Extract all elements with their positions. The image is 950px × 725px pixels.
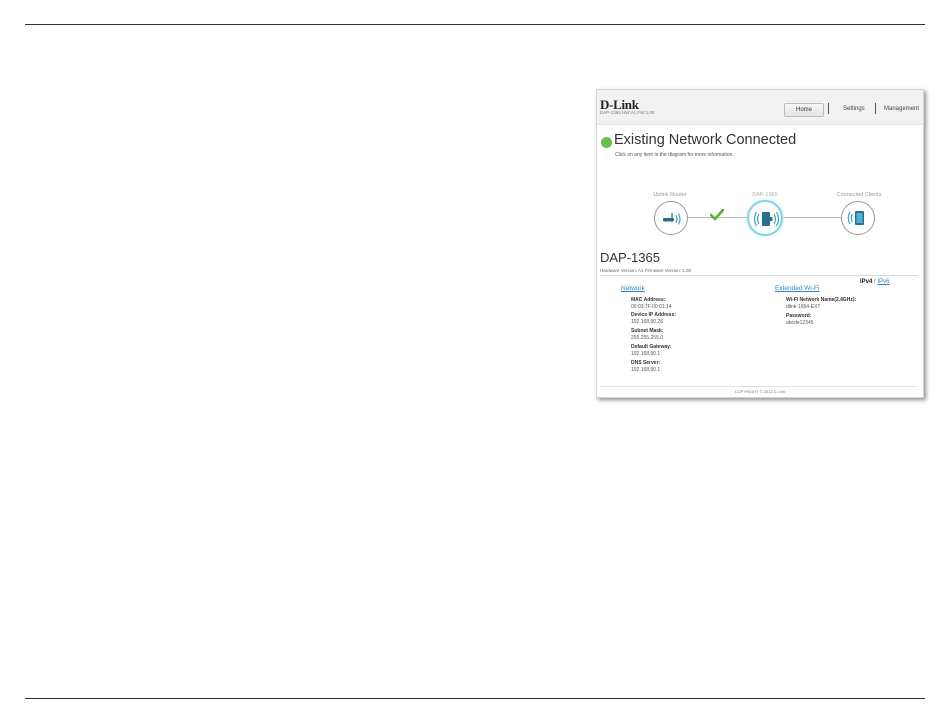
page-bottom-rule bbox=[25, 698, 925, 699]
dns-server-value: 192.168.90.1 bbox=[631, 367, 661, 373]
status-title: Existing Network Connected bbox=[614, 132, 797, 148]
subnet-mask-value: 255.255.255.0 bbox=[631, 335, 663, 341]
device-ip-value: 192.168.90.26 bbox=[631, 319, 663, 325]
extended-wifi-section-link[interactable]: Extended Wi-Fi bbox=[775, 285, 819, 292]
uplink-router-label: Uplink Router bbox=[653, 192, 687, 198]
nav-settings-link[interactable]: Settings bbox=[843, 106, 865, 112]
nav-management-link[interactable]: Management bbox=[884, 106, 919, 112]
ip-version-switch: IPv4 / IPv6 bbox=[860, 279, 889, 285]
client-device-icon bbox=[847, 211, 864, 225]
model-info: DAP-1365 HW:A1 FW:1.00 bbox=[600, 110, 655, 115]
mac-address-value: 00:03:7F:00:01:14 bbox=[631, 304, 672, 310]
extender-label: DAP-1365 bbox=[752, 192, 778, 198]
page-top-rule bbox=[25, 24, 925, 25]
nav-home-button[interactable]: Home bbox=[784, 103, 824, 117]
device-version-info: Hardware Version: A1 Firmware Version: 1… bbox=[600, 268, 692, 273]
connected-status-icon bbox=[601, 137, 612, 148]
connected-clients-label: Connected Clients bbox=[836, 192, 882, 198]
default-gateway-label: Default Gateway: bbox=[631, 344, 672, 350]
dns-server-label: DNS Server: bbox=[631, 360, 661, 366]
extender-icon bbox=[753, 211, 780, 227]
router-icon bbox=[663, 213, 681, 225]
uplink-router-node[interactable] bbox=[654, 201, 688, 235]
header-bar: D-Link DAP-1365 HW:A1 FW:1.00 Home Setti… bbox=[597, 90, 923, 125]
copyright-footer: COPYRIGHT © 2013 D-Link bbox=[734, 389, 786, 394]
device-title: DAP-1365 bbox=[600, 250, 660, 265]
mac-address-label: MAC Address: bbox=[631, 297, 666, 303]
status-subtitle: Click on any item in the diagram for mor… bbox=[615, 152, 734, 158]
client-connection-line bbox=[781, 217, 841, 218]
device-ip-label: Device IP Address: bbox=[631, 312, 677, 318]
nav-separator bbox=[828, 103, 829, 114]
ipv6-link[interactable]: IPv6 bbox=[877, 279, 889, 285]
extender-node[interactable] bbox=[747, 200, 783, 236]
nav-separator bbox=[875, 103, 876, 114]
subnet-mask-label: Subnet Mask: bbox=[631, 328, 664, 334]
ipv-separator: / bbox=[874, 279, 876, 285]
default-gateway-value: 192.168.90.1 bbox=[631, 351, 661, 357]
divider bbox=[600, 275, 918, 276]
wifi-password-label: Password: bbox=[786, 313, 812, 319]
router-ui-screenshot: D-Link DAP-1365 HW:A1 FW:1.00 Home Setti… bbox=[596, 89, 924, 398]
wifi-password-value: abcde12345 bbox=[786, 320, 814, 326]
network-section-link[interactable]: Network bbox=[621, 285, 645, 292]
ipv4-tab[interactable]: IPv4 bbox=[860, 279, 872, 285]
footer-divider bbox=[600, 386, 918, 387]
wifi-name-label: Wi-Fi Network Name(2.4GHz): bbox=[786, 297, 857, 303]
connected-clients-node[interactable] bbox=[841, 201, 875, 235]
wifi-name-value: dlink-1654-EXT bbox=[786, 304, 821, 310]
checkmark-icon bbox=[709, 208, 725, 226]
